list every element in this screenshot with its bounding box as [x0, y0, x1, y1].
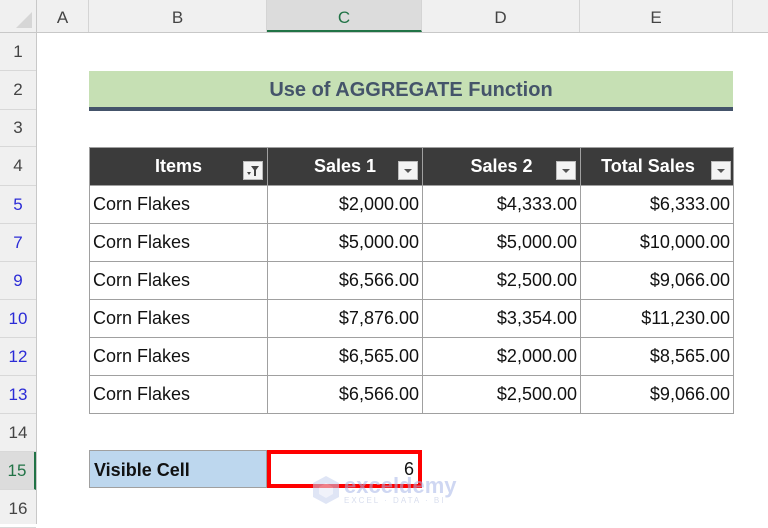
- exceldemy-watermark: exceldemy EXCEL · DATA · BI: [312, 472, 457, 505]
- header-sales1: Sales 1: [267, 147, 423, 186]
- row-header-2[interactable]: 2: [0, 71, 36, 110]
- row-header-9[interactable]: 9: [0, 262, 36, 300]
- cell-item[interactable]: Corn Flakes: [89, 261, 268, 300]
- table-row: Corn Flakes $2,000.00 $4,333.00 $6,333.0…: [89, 185, 734, 224]
- table-header-row: Items Sales 1 Sales 2 Total Sales: [89, 147, 734, 186]
- cell-sales1[interactable]: $6,566.00: [267, 375, 423, 414]
- column-header-bar: A B C D E: [37, 0, 768, 33]
- cell-sales2[interactable]: $2,000.00: [422, 337, 581, 376]
- filter-active-icon[interactable]: [243, 161, 263, 180]
- column-header-a[interactable]: A: [37, 0, 89, 32]
- row-header-13[interactable]: 13: [0, 376, 36, 414]
- cell-sales1[interactable]: $7,876.00: [267, 299, 423, 338]
- table-row: Corn Flakes $6,566.00 $2,500.00 $9,066.0…: [89, 261, 734, 300]
- cell-item[interactable]: Corn Flakes: [89, 223, 268, 262]
- cell-total[interactable]: $9,066.00: [580, 261, 734, 300]
- row-header-5[interactable]: 5: [0, 186, 36, 224]
- cell-sales1[interactable]: $6,565.00: [267, 337, 423, 376]
- cell-sales2[interactable]: $4,333.00: [422, 185, 581, 224]
- row-header-bar: 1 2 3 4 5 7 9 10 12 13 14 15 16: [0, 33, 37, 528]
- table-row: Corn Flakes $6,566.00 $2,500.00 $9,066.0…: [89, 375, 734, 414]
- header-total-sales-label: Total Sales: [601, 156, 695, 176]
- row-header-14[interactable]: 14: [0, 414, 36, 452]
- row-header-4[interactable]: 4: [0, 147, 36, 186]
- cell-item[interactable]: Corn Flakes: [89, 337, 268, 376]
- column-header-f[interactable]: [733, 0, 768, 32]
- cell-sales1[interactable]: $2,000.00: [267, 185, 423, 224]
- header-sales2-label: Sales 2: [470, 156, 533, 176]
- cell-total[interactable]: $11,230.00: [580, 299, 734, 338]
- cell-item[interactable]: Corn Flakes: [89, 185, 268, 224]
- table-row: Corn Flakes $6,565.00 $2,000.00 $8,565.0…: [89, 337, 734, 376]
- watermark-tagline: EXCEL · DATA · BI: [344, 495, 446, 505]
- row-header-12[interactable]: 12: [0, 338, 36, 376]
- table-row: Corn Flakes $5,000.00 $5,000.00 $10,000.…: [89, 223, 734, 262]
- header-items: Items: [89, 147, 268, 186]
- row-header-15[interactable]: 15: [0, 452, 36, 490]
- column-header-b[interactable]: B: [89, 0, 267, 32]
- watermark-name: exceldemy: [344, 472, 457, 498]
- sales-table: Items Sales 1 Sales 2 Total Sales Corn F…: [89, 147, 734, 414]
- cell-sales2[interactable]: $2,500.00: [422, 375, 581, 414]
- dropdown-arrow-icon[interactable]: [556, 161, 576, 180]
- row-header-10[interactable]: 10: [0, 300, 36, 338]
- dropdown-arrow-icon[interactable]: [398, 161, 418, 180]
- header-sales2: Sales 2: [422, 147, 581, 186]
- cell-sales2[interactable]: $3,354.00: [422, 299, 581, 338]
- exceldemy-logo-icon: [313, 476, 339, 504]
- column-header-e[interactable]: E: [580, 0, 733, 32]
- header-items-label: Items: [154, 156, 203, 176]
- cell-total[interactable]: $8,565.00: [580, 337, 734, 376]
- cell-sales2[interactable]: $5,000.00: [422, 223, 581, 262]
- cell-item[interactable]: Corn Flakes: [89, 299, 268, 338]
- row-header-16[interactable]: 16: [0, 490, 36, 528]
- cell-total[interactable]: $10,000.00: [580, 223, 734, 262]
- sheet-title: Use of AGGREGATE Function: [89, 71, 733, 111]
- cell-sales2[interactable]: $2,500.00: [422, 261, 581, 300]
- select-all-corner[interactable]: [0, 0, 37, 33]
- header-total-sales: Total Sales: [580, 147, 734, 186]
- cell-sales1[interactable]: $5,000.00: [267, 223, 423, 262]
- cell-total[interactable]: $6,333.00: [580, 185, 734, 224]
- cell-total[interactable]: $9,066.00: [580, 375, 734, 414]
- row-header-1[interactable]: 1: [0, 33, 36, 71]
- cell-item[interactable]: Corn Flakes: [89, 375, 268, 414]
- column-header-d[interactable]: D: [422, 0, 580, 32]
- visible-cell-label[interactable]: Visible Cell: [89, 450, 267, 488]
- row-header-7[interactable]: 7: [0, 224, 36, 262]
- column-header-c[interactable]: C: [267, 0, 422, 32]
- cell-sales1[interactable]: $6,566.00: [267, 261, 423, 300]
- row-header-3[interactable]: 3: [0, 110, 36, 147]
- table-row: Corn Flakes $7,876.00 $3,354.00 $11,230.…: [89, 299, 734, 338]
- header-sales1-label: Sales 1: [313, 156, 377, 176]
- dropdown-arrow-icon[interactable]: [711, 161, 731, 180]
